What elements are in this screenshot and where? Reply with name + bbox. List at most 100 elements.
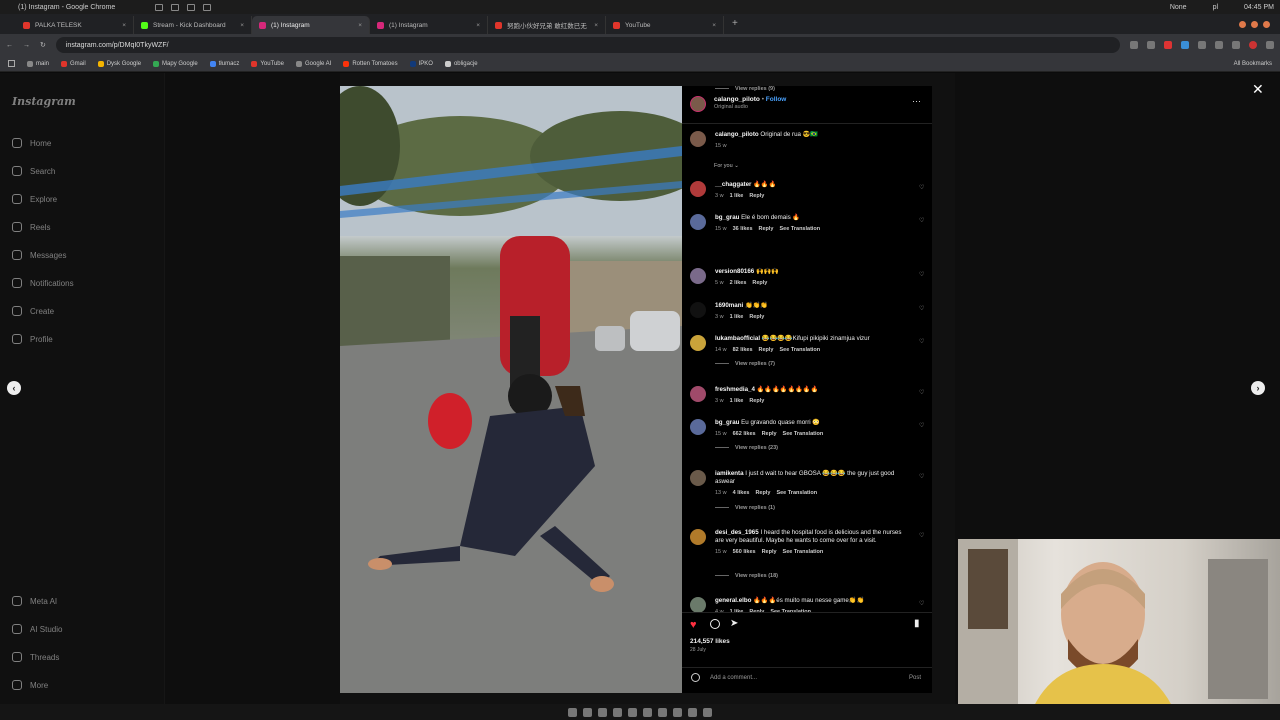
commenter-avatar[interactable] (690, 386, 706, 402)
close-tab-icon[interactable]: × (358, 22, 362, 29)
view-replies-button[interactable]: View replies (23) (715, 445, 778, 451)
close-icon[interactable]: ✕ (1252, 81, 1264, 98)
nav-item-create[interactable]: Create (12, 306, 54, 316)
close-tab-icon[interactable]: × (122, 22, 126, 29)
comment-likes[interactable]: 1 like (730, 193, 744, 199)
comment-likes[interactable]: 1 like (730, 398, 744, 404)
comment-likes[interactable]: 36 likes (733, 226, 753, 232)
emoji-icon[interactable] (691, 673, 700, 682)
monitor-icon[interactable] (155, 3, 164, 11)
see-translation-button[interactable]: See Translation (776, 490, 817, 496)
reply-button[interactable]: Reply (762, 549, 777, 555)
like-comment-icon[interactable]: ♡ (919, 184, 925, 191)
language-indicator[interactable]: pl (1213, 4, 1218, 11)
see-translation-button[interactable]: See Translation (780, 347, 821, 353)
instagram-logo[interactable]: Instagram (12, 95, 76, 108)
heart-icon[interactable]: ♥ (690, 619, 697, 631)
back-icon[interactable]: ← (6, 42, 13, 49)
close-tab-icon[interactable]: × (594, 22, 598, 29)
app-icon[interactable] (643, 707, 652, 717)
like-comment-icon[interactable]: ♡ (919, 532, 925, 539)
address-bar[interactable]: instagram.com/p/DMqI0TkyWZF/ (55, 37, 1120, 53)
extension-icon[interactable] (1181, 41, 1189, 49)
like-comment-icon[interactable]: ♡ (919, 422, 925, 429)
like-comment-icon[interactable]: ♡ (919, 271, 925, 278)
bookmark-item[interactable]: YouTube (251, 60, 284, 67)
commenter-username[interactable]: lukambaofficial (715, 335, 760, 342)
reply-button[interactable]: Reply (749, 398, 764, 404)
comment-icon[interactable] (710, 619, 720, 629)
commenter-username[interactable]: desi_des_1965 (715, 529, 759, 536)
nav-item-home[interactable]: Home (12, 138, 51, 148)
commenter-username[interactable]: bg_grau (715, 419, 739, 426)
commenter-username[interactable]: freshmedia_4 (715, 386, 755, 393)
commenter-username[interactable]: iamikenta (715, 470, 744, 477)
nav-item-notifications[interactable]: Notifications (12, 278, 74, 288)
reply-button[interactable]: Reply (759, 347, 774, 353)
comment-likes[interactable]: 560 likes (733, 549, 756, 555)
extension-icon[interactable] (1147, 41, 1155, 49)
app-icon[interactable] (598, 707, 607, 717)
like-comment-icon[interactable]: ♡ (919, 305, 925, 312)
reply-button[interactable]: Reply (749, 193, 764, 199)
author-avatar[interactable] (690, 96, 706, 112)
like-comment-icon[interactable]: ♡ (919, 600, 925, 607)
app-icon[interactable] (613, 707, 622, 717)
bookmark-item[interactable]: Gmail (61, 60, 86, 67)
forward-icon[interactable]: → (23, 42, 30, 49)
comment-likes[interactable]: 4 likes (733, 490, 750, 496)
nav-item-more[interactable]: More (12, 680, 48, 690)
app-icon[interactable] (658, 707, 667, 717)
bookmark-item[interactable]: main (27, 60, 49, 67)
bookmark-item[interactable]: Mapy Google (153, 60, 198, 67)
monitor-icon[interactable] (187, 3, 196, 11)
nav-item-threads[interactable]: Threads (12, 652, 59, 662)
files-icon[interactable] (568, 707, 577, 717)
bookmark-item[interactable]: tłumacz (209, 60, 239, 67)
app-icon[interactable] (628, 707, 637, 717)
commenter-avatar[interactable] (690, 181, 706, 197)
commenter-avatar[interactable] (690, 214, 706, 230)
like-comment-icon[interactable]: ♡ (919, 473, 925, 480)
reply-button[interactable]: Reply (752, 280, 767, 286)
comment-likes[interactable]: 1 like (730, 314, 744, 320)
commenter-avatar[interactable] (690, 335, 706, 351)
commenter-avatar[interactable] (690, 419, 706, 435)
commenter-avatar[interactable] (690, 268, 706, 284)
view-replies-button[interactable]: View replies (18) (715, 573, 778, 579)
comment-likes[interactable]: 82 likes (733, 347, 753, 353)
nav-item-meta-ai[interactable]: Meta AI (12, 596, 57, 606)
comment-sort-dropdown[interactable]: For you ⌄ (714, 163, 739, 169)
close-tab-icon[interactable]: × (712, 22, 716, 29)
monitor-icon[interactable] (203, 3, 212, 11)
reply-button[interactable]: Reply (755, 490, 770, 496)
bookmark-item[interactable]: Google AI (295, 60, 331, 67)
browser-tab[interactable]: YouTube × (606, 16, 724, 34)
all-bookmarks-button[interactable]: All Bookmarks (1234, 61, 1272, 67)
comment-likes[interactable]: 662 likes (733, 431, 756, 437)
browser-tab-active[interactable]: (1) Instagram × (252, 16, 370, 34)
like-comment-icon[interactable]: ♡ (919, 338, 925, 345)
post-photo[interactable] (340, 86, 682, 693)
reload-icon[interactable]: ↻ (40, 41, 46, 49)
commenter-avatar[interactable] (690, 597, 706, 613)
keyboard-indicator[interactable]: None (1170, 4, 1187, 11)
browser-tab[interactable]: Stream - Kick Dashboard × (134, 16, 252, 34)
share-icon[interactable]: ➤ (730, 618, 738, 629)
browser-tab[interactable]: PALKA TELESK × (16, 16, 134, 34)
see-translation-button[interactable]: See Translation (780, 226, 821, 232)
caption-username[interactable]: calango_piloto (715, 131, 759, 138)
bookmark-item[interactable]: Dysk Google (97, 60, 141, 67)
new-tab-button[interactable]: + (732, 18, 738, 29)
commenter-avatar[interactable] (690, 529, 706, 545)
commenter-avatar[interactable] (690, 470, 706, 486)
commenter-username[interactable]: bg_grau (715, 214, 739, 221)
next-post-button[interactable]: › (1251, 381, 1265, 395)
see-translation-button[interactable]: See Translation (783, 431, 824, 437)
bookmark-item[interactable]: Rotten Tomatoes (343, 60, 398, 67)
nav-item-reels[interactable]: Reels (12, 222, 50, 232)
add-comment-input[interactable]: Add a comment... (710, 675, 757, 681)
bookmark-icon[interactable]: ▮ (914, 618, 920, 629)
bookmark-item[interactable]: obligacje (444, 60, 478, 67)
puzzle-icon[interactable] (1215, 41, 1223, 49)
